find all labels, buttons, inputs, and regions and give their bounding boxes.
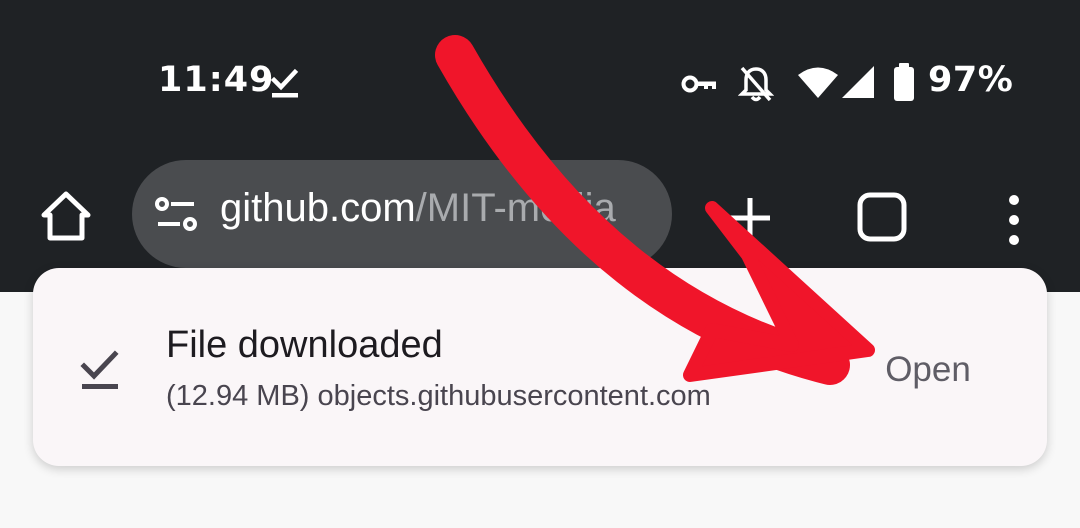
status-bar: 11:49 97% xyxy=(0,0,1080,160)
battery-icon xyxy=(894,63,914,101)
notifications-off-icon xyxy=(738,66,774,102)
key-icon xyxy=(681,75,716,93)
tab-switcher-button[interactable] xyxy=(852,188,912,248)
browser-top-bar: 11:49 97% github.com/MIT-media xyxy=(0,0,1080,292)
status-time: 11:49 xyxy=(158,60,275,100)
new-tab-button[interactable] xyxy=(720,190,780,246)
more-vert-icon xyxy=(1009,195,1019,245)
url-path: /MIT-media xyxy=(415,186,616,230)
battery-percent: 97% xyxy=(928,60,1014,100)
download-done-icon xyxy=(270,68,299,98)
download-snackbar: File downloaded (12.94 MB) objects.githu… xyxy=(33,268,1047,466)
url-bar[interactable]: github.com/MIT-media xyxy=(132,160,672,268)
snackbar-subtitle: (12.94 MB) objects.githubusercontent.com xyxy=(166,380,711,412)
plus-icon xyxy=(730,198,770,238)
cell-signal-icon xyxy=(842,66,874,98)
url-domain: github.com xyxy=(220,186,416,230)
tune-icon xyxy=(155,197,197,231)
wifi-icon xyxy=(798,67,838,98)
home-icon xyxy=(41,191,91,241)
home-button[interactable] xyxy=(38,188,94,244)
url-text: github.com/MIT-media xyxy=(220,186,616,231)
open-button[interactable]: Open xyxy=(863,342,993,398)
tab-switcher-icon xyxy=(857,192,907,242)
more-options-button[interactable] xyxy=(994,188,1034,252)
snackbar-title: File downloaded xyxy=(166,324,443,366)
download-done-icon xyxy=(80,350,119,389)
browser-toolbar: github.com/MIT-media xyxy=(0,160,1080,270)
